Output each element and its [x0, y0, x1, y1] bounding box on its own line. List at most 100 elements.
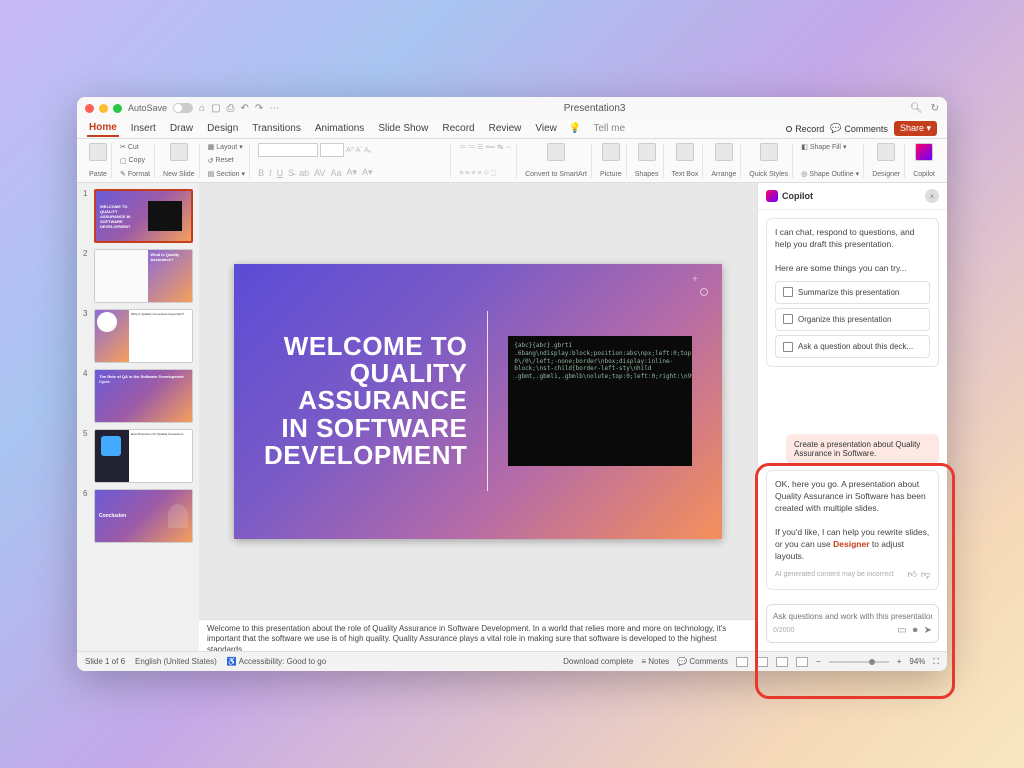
undo-icon[interactable]: ↶	[241, 103, 249, 114]
share-button[interactable]: Share ▾	[894, 121, 937, 136]
thumb-2[interactable]: What is Quality Assurance?	[94, 249, 193, 303]
shapefill-button[interactable]: ◧ Shape Fill ▾	[801, 143, 846, 151]
quickstyles-button[interactable]: Quick Styles	[745, 143, 793, 178]
bold-button[interactable]: B	[258, 168, 264, 178]
accessibility[interactable]: ♿ Accessibility: Good to go	[227, 657, 326, 666]
underline-button[interactable]: U	[277, 168, 284, 178]
print-icon[interactable]: ⎙	[227, 103, 235, 114]
send-icon[interactable]: ➤	[924, 625, 932, 636]
comments-status[interactable]: 💬 Comments	[677, 657, 728, 666]
qat[interactable]: ⌂ ▢ ⎙ ↶ ↷ ⋯	[199, 103, 279, 114]
paste-icon[interactable]	[89, 143, 107, 161]
copilot-logo-icon	[766, 190, 778, 202]
more-icon[interactable]: ⋯	[269, 103, 279, 114]
mic-icon[interactable]: ⏺	[913, 625, 918, 636]
shapes-button[interactable]: Shapes	[631, 143, 664, 178]
cut-button[interactable]: ✂ Cut	[120, 143, 139, 151]
home-icon[interactable]: ⌂	[199, 103, 205, 114]
slide-thumbnails: 1 WELCOME TO QUALITY ASSURANCE IN SOFTWA…	[77, 183, 199, 651]
strike-button[interactable]: S̶	[288, 168, 294, 178]
thumb-4[interactable]: The Role of QA in the Software Developme…	[94, 369, 193, 423]
view-normal[interactable]	[736, 657, 748, 667]
card-icon[interactable]: ▭	[897, 625, 906, 636]
window-controls[interactable]	[85, 104, 122, 113]
designer-button[interactable]: Designer	[868, 143, 905, 178]
view-slideshow[interactable]	[796, 657, 808, 667]
slide-image[interactable]: {abc}{abc}.gbrt1 .6bang\ndisplay:block;p…	[508, 336, 692, 466]
zoom-in[interactable]: +	[897, 657, 902, 666]
section-button[interactable]: ▤ Section ▾	[208, 170, 246, 178]
notes-button[interactable]: ≡ Notes	[641, 657, 669, 666]
close-icon[interactable]: ×	[925, 189, 939, 203]
download-status: Download complete	[563, 657, 633, 666]
fit-icon[interactable]: ⛶	[933, 657, 939, 667]
smartart-button[interactable]: Convert to SmartArt	[521, 143, 592, 178]
copilot-input[interactable]	[773, 612, 932, 621]
thumbs-up-icon[interactable]: 👍︎	[907, 568, 916, 581]
shapeoutline-button[interactable]: ◎ Shape Outline ▾	[801, 170, 859, 178]
clipboard-group: Paste	[85, 143, 112, 178]
copilot-pane: Copilot × I can chat, respond to questio…	[757, 183, 947, 651]
language[interactable]: English (United States)	[135, 657, 217, 666]
editor-area: + WELCOME TO QUALITY ASSURANCE IN SOFTWA…	[199, 183, 757, 651]
copilot-response: OK, here you go. A presentation about Qu…	[766, 470, 939, 590]
thumb-6[interactable]: Conclusion	[94, 489, 193, 543]
suggestion-organize[interactable]: Organize this presentation	[775, 308, 930, 331]
thumb-1[interactable]: WELCOME TO QUALITY ASSURANCE IN SOFTWARE…	[94, 189, 193, 243]
italic-button[interactable]: I	[269, 168, 272, 178]
record-button[interactable]: Record	[786, 124, 824, 134]
copy-button[interactable]: ▢ Copy	[120, 157, 145, 165]
tab-design[interactable]: Design	[205, 121, 240, 136]
maximize-icon[interactable]	[113, 104, 122, 113]
tab-slideshow[interactable]: Slide Show	[376, 121, 430, 136]
thumb-3[interactable]: Why is Quality Assurance Important?	[94, 309, 193, 363]
format-button[interactable]: ✎ Format	[120, 170, 150, 178]
suggestion-ask[interactable]: Ask a question about this deck...	[775, 335, 930, 358]
thumb-5[interactable]: Best Practices for Quality Assurance	[94, 429, 193, 483]
doc-title: Presentation3	[285, 103, 904, 114]
view-sorter[interactable]	[756, 657, 768, 667]
search-icon[interactable]: 🔍︎	[910, 103, 923, 114]
tell-me[interactable]: Tell me	[591, 121, 627, 136]
tab-insert[interactable]: Insert	[129, 121, 158, 136]
tab-view[interactable]: View	[533, 121, 559, 136]
titlebar: AutoSave ⌂ ▢ ⎙ ↶ ↷ ⋯ Presentation3 🔍︎ ↻	[77, 97, 947, 119]
picture-button[interactable]: Picture	[596, 143, 627, 178]
char-counter: 0/2000	[773, 627, 794, 634]
fontsize-select[interactable]	[320, 143, 344, 157]
autosave-label: AutoSave	[128, 103, 167, 113]
slide-counter[interactable]: Slide 1 of 6	[85, 657, 125, 666]
redo-icon[interactable]: ↷	[255, 103, 263, 114]
suggestion-summarize[interactable]: Summarize this presentation	[775, 281, 930, 304]
tab-review[interactable]: Review	[487, 121, 524, 136]
close-icon[interactable]	[85, 104, 94, 113]
view-reading[interactable]	[776, 657, 788, 667]
tab-home[interactable]: Home	[87, 120, 119, 137]
textbox-button[interactable]: Text Box	[668, 143, 704, 178]
copilot-input-box[interactable]: 0/2000 ▭ ⏺ ➤	[766, 604, 939, 643]
copilot-ribbon-button[interactable]: Copilot	[909, 143, 939, 178]
thumbs-down-icon[interactable]: 👎︎	[921, 568, 930, 581]
font-select[interactable]	[258, 143, 318, 157]
newslide-button[interactable]: New Slide	[159, 143, 200, 178]
tab-animations[interactable]: Animations	[313, 121, 366, 136]
slide-title[interactable]: WELCOME TO QUALITY ASSURANCE IN SOFTWARE…	[264, 333, 467, 469]
history-icon[interactable]: ↻	[931, 103, 939, 114]
comments-button[interactable]: 💬Comments	[830, 123, 888, 134]
layout-button[interactable]: ▦ Layout ▾	[208, 143, 243, 151]
tab-record[interactable]: Record	[440, 121, 476, 136]
minimize-icon[interactable]	[99, 104, 108, 113]
reset-button[interactable]: ↺ Reset	[208, 157, 234, 165]
zoom-slider[interactable]	[829, 661, 889, 663]
tab-transitions[interactable]: Transitions	[250, 121, 303, 136]
save-icon[interactable]: ▢	[211, 103, 220, 114]
speaker-notes[interactable]: Welcome to this presentation about the r…	[199, 619, 757, 651]
zoom-out[interactable]: −	[816, 657, 821, 666]
tab-draw[interactable]: Draw	[168, 121, 195, 136]
autosave-toggle[interactable]	[173, 103, 193, 113]
ai-disclaimer: AI generated content may be incorrect	[775, 570, 894, 580]
current-slide[interactable]: + WELCOME TO QUALITY ASSURANCE IN SOFTWA…	[234, 264, 722, 539]
arrange-button[interactable]: Arrange	[707, 143, 741, 178]
zoom-level[interactable]: 94%	[909, 657, 925, 666]
designer-link[interactable]: Designer	[833, 539, 869, 549]
